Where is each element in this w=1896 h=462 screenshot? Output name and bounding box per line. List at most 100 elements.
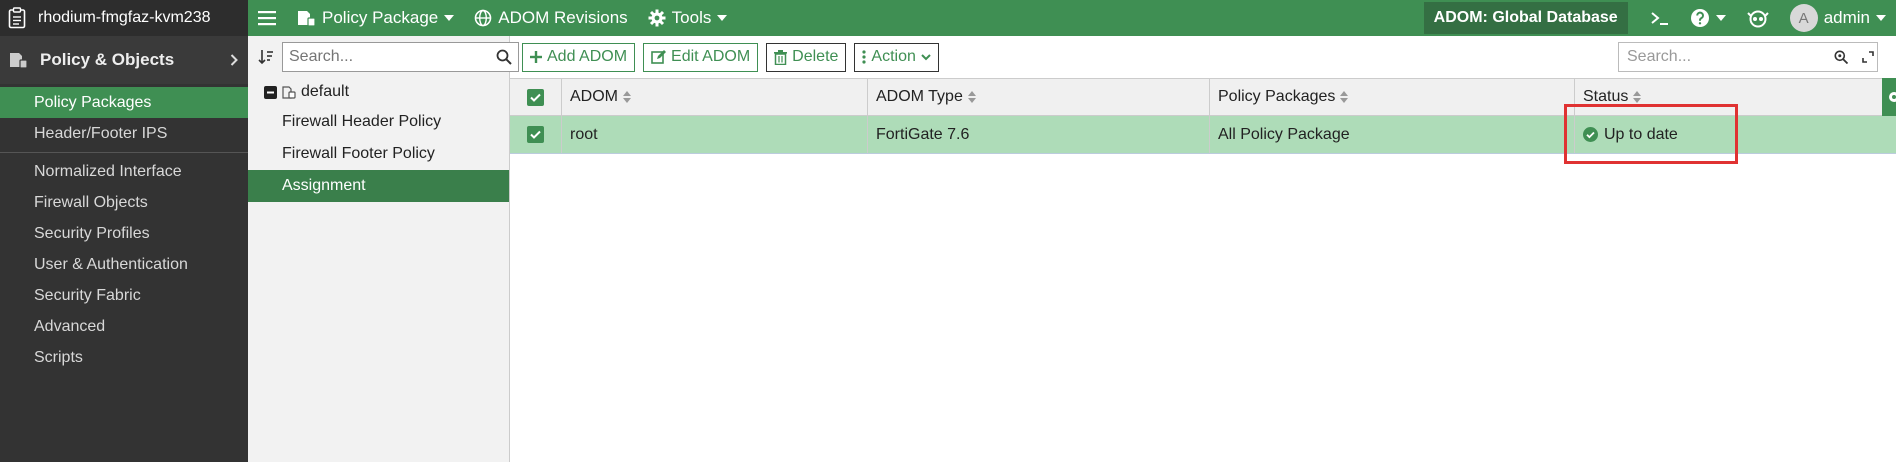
chevron-down-icon	[921, 53, 931, 61]
edit-adom-button[interactable]: Edit ADOM	[643, 42, 759, 72]
table-row[interactable]: root FortiGate 7.6 All Policy Package Up…	[510, 116, 1896, 154]
cell-status: Up to date	[1575, 116, 1885, 153]
more-vertical-icon	[862, 50, 867, 64]
cell-adom-type: FortiGate 7.6	[868, 116, 1210, 153]
tools-label: Tools	[671, 8, 712, 27]
clipboard-icon	[8, 7, 26, 29]
delete-button[interactable]: Delete	[766, 42, 847, 72]
column-header-label: ADOM	[570, 88, 618, 105]
zoom-search-icon[interactable]	[1834, 50, 1848, 64]
sidebar-item-security-profiles[interactable]: Security Profiles	[0, 218, 248, 249]
column-header-label: ADOM Type	[876, 88, 963, 105]
device-name: rhodium-fmgfaz-kvm238	[38, 9, 211, 26]
content-area: Add ADOM Edit ADOM Delete Action Search.…	[510, 36, 1896, 462]
user-menu[interactable]: A admin	[1780, 0, 1896, 36]
edit-icon	[651, 49, 667, 65]
plus-icon	[530, 51, 542, 63]
sidebar-item-advanced[interactable]: Advanced	[0, 311, 248, 342]
sidebar-item-firewall-objects[interactable]: Firewall Objects	[0, 187, 248, 218]
check-icon	[527, 88, 544, 106]
select-all-checkbox[interactable]	[510, 79, 562, 115]
trash-icon	[774, 49, 788, 65]
sidebar-section-policy-objects[interactable]: Policy & Objects	[0, 36, 248, 84]
main-menu-bar: Policy Package ADOM Revisions Tools ADOM…	[248, 0, 1896, 36]
help-menu[interactable]	[1680, 0, 1736, 36]
caret-down-icon	[717, 15, 728, 21]
sort-icon	[967, 91, 976, 103]
sort-icon	[1340, 91, 1349, 103]
action-label: Action	[871, 48, 916, 65]
tree-root-label: default	[301, 83, 350, 100]
sidebar-item-scripts[interactable]: Scripts	[0, 342, 248, 373]
status-text: Up to date	[1604, 125, 1678, 143]
sort-icon[interactable]	[258, 49, 274, 65]
column-header-adom[interactable]: ADOM	[562, 79, 868, 115]
adom-revisions-label: ADOM Revisions	[498, 8, 628, 27]
caret-down-icon	[444, 15, 455, 21]
terminal-icon	[1650, 10, 1670, 26]
cli-console-button[interactable]	[1640, 0, 1680, 36]
column-header-policy-packages[interactable]: Policy Packages	[1210, 79, 1575, 115]
policy-package-menu[interactable]: Policy Package	[286, 0, 464, 36]
table-search-box	[1618, 42, 1878, 72]
help-icon	[1690, 8, 1710, 28]
add-adom-label: Add ADOM	[547, 48, 628, 65]
tree-search-row	[248, 36, 519, 78]
sidebar: Policy & Objects Policy Packages Header/…	[0, 36, 248, 462]
tree-search-box	[282, 42, 519, 72]
tools-menu[interactable]: Tools	[638, 0, 738, 36]
status-badge: Up to date	[1583, 126, 1678, 144]
add-adom-button[interactable]: Add ADOM	[522, 42, 636, 72]
sidebar-item-user-authentication[interactable]: User & Authentication	[0, 249, 248, 280]
tree-search-input[interactable]	[289, 48, 496, 66]
column-header-adom-type[interactable]: ADOM Type	[868, 79, 1210, 115]
avatar: A	[1789, 4, 1818, 32]
sidebar-item-policy-packages[interactable]: Policy Packages	[0, 87, 248, 118]
adom-revisions-menu[interactable]: ADOM Revisions	[464, 0, 637, 36]
sort-icon	[623, 91, 631, 103]
edit-adom-label: Edit ADOM	[671, 48, 751, 65]
column-header-label: Policy Packages	[1218, 88, 1336, 105]
table-search-input[interactable]	[1627, 48, 1834, 66]
delete-label: Delete	[792, 48, 839, 65]
cog-icon	[648, 9, 666, 27]
hamburger-menu-button[interactable]	[248, 0, 286, 36]
hamburger-icon	[258, 10, 276, 26]
caret-down-icon	[1715, 15, 1726, 21]
column-header-status[interactable]: Status	[1575, 79, 1885, 115]
sidebar-divider	[0, 152, 248, 153]
fortibot-button[interactable]	[1736, 0, 1780, 36]
adom-badge[interactable]: ADOM: Global Database	[1423, 2, 1628, 34]
row-checkbox[interactable]	[510, 116, 562, 153]
expand-icon[interactable]	[1862, 51, 1874, 63]
sidebar-section-label: Policy & Objects	[40, 50, 175, 69]
tree-item-assignment[interactable]: Assignment	[248, 170, 509, 202]
package-tree-panel: default Firewall Header Policy Firewall …	[248, 36, 519, 462]
tree-item-firewall-footer-policy[interactable]: Firewall Footer Policy	[248, 138, 509, 170]
adom-table: ADOM ADOM Type Policy Packages Status ro…	[510, 78, 1896, 154]
globe-icon	[474, 9, 492, 27]
policy-objects-icon	[8, 51, 28, 69]
gear-icon	[1882, 78, 1896, 116]
top-bar: rhodium-fmgfaz-kvm238 Policy Package ADO…	[0, 0, 1896, 36]
sort-icon	[1633, 91, 1642, 103]
caret-down-icon	[1876, 15, 1886, 21]
action-menu-button[interactable]: Action	[854, 42, 939, 72]
check-icon	[527, 126, 544, 143]
column-header-label: Status	[1583, 88, 1629, 105]
sidebar-item-header-footer-ips[interactable]: Header/Footer IPS	[0, 118, 248, 149]
device-header: rhodium-fmgfaz-kvm238	[0, 0, 248, 36]
table-header-row: ADOM ADOM Type Policy Packages Status	[510, 78, 1896, 116]
chevron-right-icon	[230, 54, 238, 66]
tree-item-firewall-header-policy[interactable]: Firewall Header Policy	[248, 106, 509, 138]
column-settings-button[interactable]	[1882, 78, 1896, 116]
collapse-icon[interactable]	[264, 85, 277, 99]
sidebar-item-security-fabric[interactable]: Security Fabric	[0, 280, 248, 311]
robot-icon	[1746, 8, 1770, 28]
check-circle-icon	[1583, 127, 1598, 142]
user-name: admin	[1823, 8, 1870, 27]
sidebar-item-normalized-interface[interactable]: Normalized Interface	[0, 156, 248, 187]
cell-adom: root	[562, 116, 868, 153]
tree-root-default[interactable]: default	[248, 78, 509, 106]
policy-package-icon	[296, 9, 316, 27]
